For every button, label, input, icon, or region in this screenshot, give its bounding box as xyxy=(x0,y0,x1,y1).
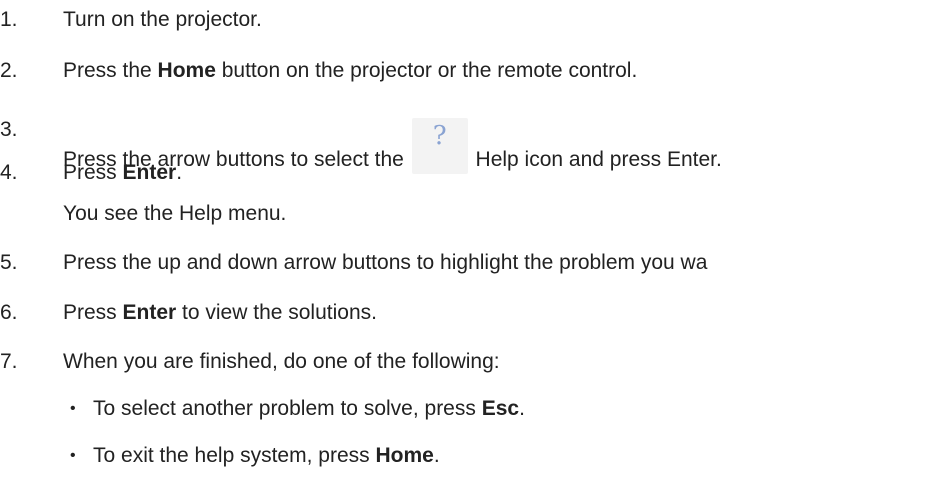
home-button-label: Home xyxy=(157,59,216,82)
step-text-part: Press the xyxy=(63,59,158,82)
bullet-text: To exit the help system, press Home. xyxy=(93,444,440,468)
step-text-part: Help icon and press Enter. xyxy=(475,148,722,171)
bullet-text-part: . xyxy=(519,397,525,420)
step-text: Press Enter. xyxy=(63,161,182,185)
step-text-part: to view the solutions. xyxy=(176,301,377,324)
home-button-label: Home xyxy=(375,444,434,467)
bullet-icon: • xyxy=(70,447,76,464)
step-text: Press Enter to view the solutions. xyxy=(63,301,377,325)
help-question-icon: ? xyxy=(411,118,468,174)
step-text-part: . xyxy=(176,161,183,184)
step-number: 7. xyxy=(0,350,18,373)
step-text-part: Press xyxy=(63,161,123,184)
step-number: 2. xyxy=(0,59,18,82)
step-text-part: button on the projector or the remote co… xyxy=(215,59,638,82)
step-number: 5. xyxy=(0,251,18,274)
step-number: 1. xyxy=(0,8,18,31)
step-text-part: Press xyxy=(63,301,123,324)
bullet-text-part: . xyxy=(433,444,440,467)
help-question-glyph: ? xyxy=(432,121,447,151)
esc-button-label: Esc xyxy=(481,397,520,420)
help-procedure-document: 1. Turn on the projector. 2. Press the H… xyxy=(0,0,949,487)
bullet-text-part: To select another problem to solve, pres… xyxy=(93,397,482,420)
enter-button-label: Enter xyxy=(122,161,177,184)
enter-button-label: Enter xyxy=(122,301,177,324)
step-result-text: You see the Help menu. xyxy=(63,202,287,225)
step-text: Press the up and down arrow buttons to h… xyxy=(63,251,708,274)
step-number: 3. xyxy=(0,118,18,141)
bullet-icon: • xyxy=(70,400,76,417)
step-number: 6. xyxy=(0,301,18,324)
bullet-text-part: To exit the help system, press xyxy=(93,444,376,467)
step-number: 4. xyxy=(0,161,18,184)
bullet-text: To select another problem to solve, pres… xyxy=(93,397,525,421)
step-text: Press the Home button on the projector o… xyxy=(63,59,637,83)
step-text: When you are finished, do one of the fol… xyxy=(63,350,500,373)
step-text: Turn on the projector. xyxy=(63,8,262,31)
